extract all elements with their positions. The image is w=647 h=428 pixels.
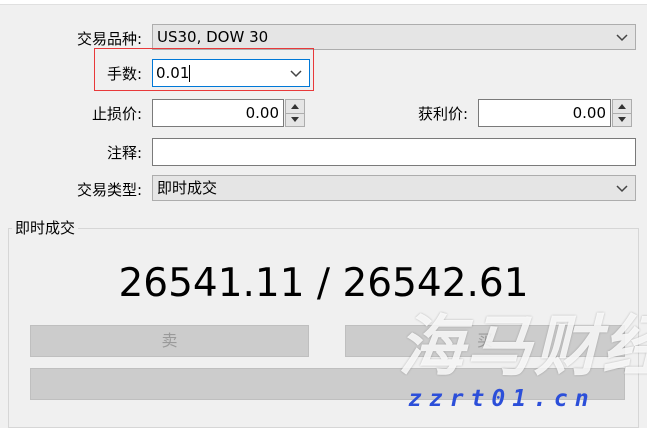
symbol-label: 交易品种: xyxy=(76,30,142,48)
top-divider xyxy=(0,0,647,5)
chevron-down-icon xyxy=(616,185,628,193)
take-profit-input[interactable]: 0.00 xyxy=(478,99,611,127)
chevron-down-icon xyxy=(616,34,628,42)
order-type-select[interactable]: 即时成交 xyxy=(152,175,636,201)
order-type-label: 交易类型: xyxy=(76,181,142,199)
text-caret xyxy=(189,65,190,82)
volume-label: 手数: xyxy=(106,65,142,83)
chevron-down-icon xyxy=(290,70,302,78)
watermark-brand: 海马财经 xyxy=(398,308,647,385)
execution-group-title: 即时成交 xyxy=(12,218,79,238)
stop-loss-label: 止损价: xyxy=(91,105,142,123)
spin-up-icon[interactable] xyxy=(613,100,631,114)
watermark-url: zzrt01.cn xyxy=(408,386,596,412)
sell-button[interactable]: 卖 xyxy=(30,325,309,357)
symbol-value: US30, DOW 30 xyxy=(157,28,269,46)
volume-combo[interactable]: 0.01 xyxy=(152,59,310,87)
stop-loss-value: 0.00 xyxy=(245,104,279,122)
spin-up-icon[interactable] xyxy=(286,100,304,114)
take-profit-spinner[interactable] xyxy=(612,99,632,127)
spin-down-icon[interactable] xyxy=(286,113,304,126)
comment-label: 注释: xyxy=(106,144,142,162)
comment-input[interactable] xyxy=(152,138,636,166)
stop-loss-input[interactable]: 0.00 xyxy=(152,99,284,127)
bid-ask-quote: 26541.11 / 26542.61 xyxy=(118,261,529,306)
stop-loss-spinner[interactable] xyxy=(285,99,305,127)
spin-down-icon[interactable] xyxy=(613,113,631,126)
order-type-value: 即时成交 xyxy=(157,179,218,197)
take-profit-value: 0.00 xyxy=(572,104,606,122)
volume-value: 0.01 xyxy=(156,64,190,82)
symbol-select[interactable]: US30, DOW 30 xyxy=(152,24,636,50)
take-profit-label: 获利价: xyxy=(417,105,468,123)
